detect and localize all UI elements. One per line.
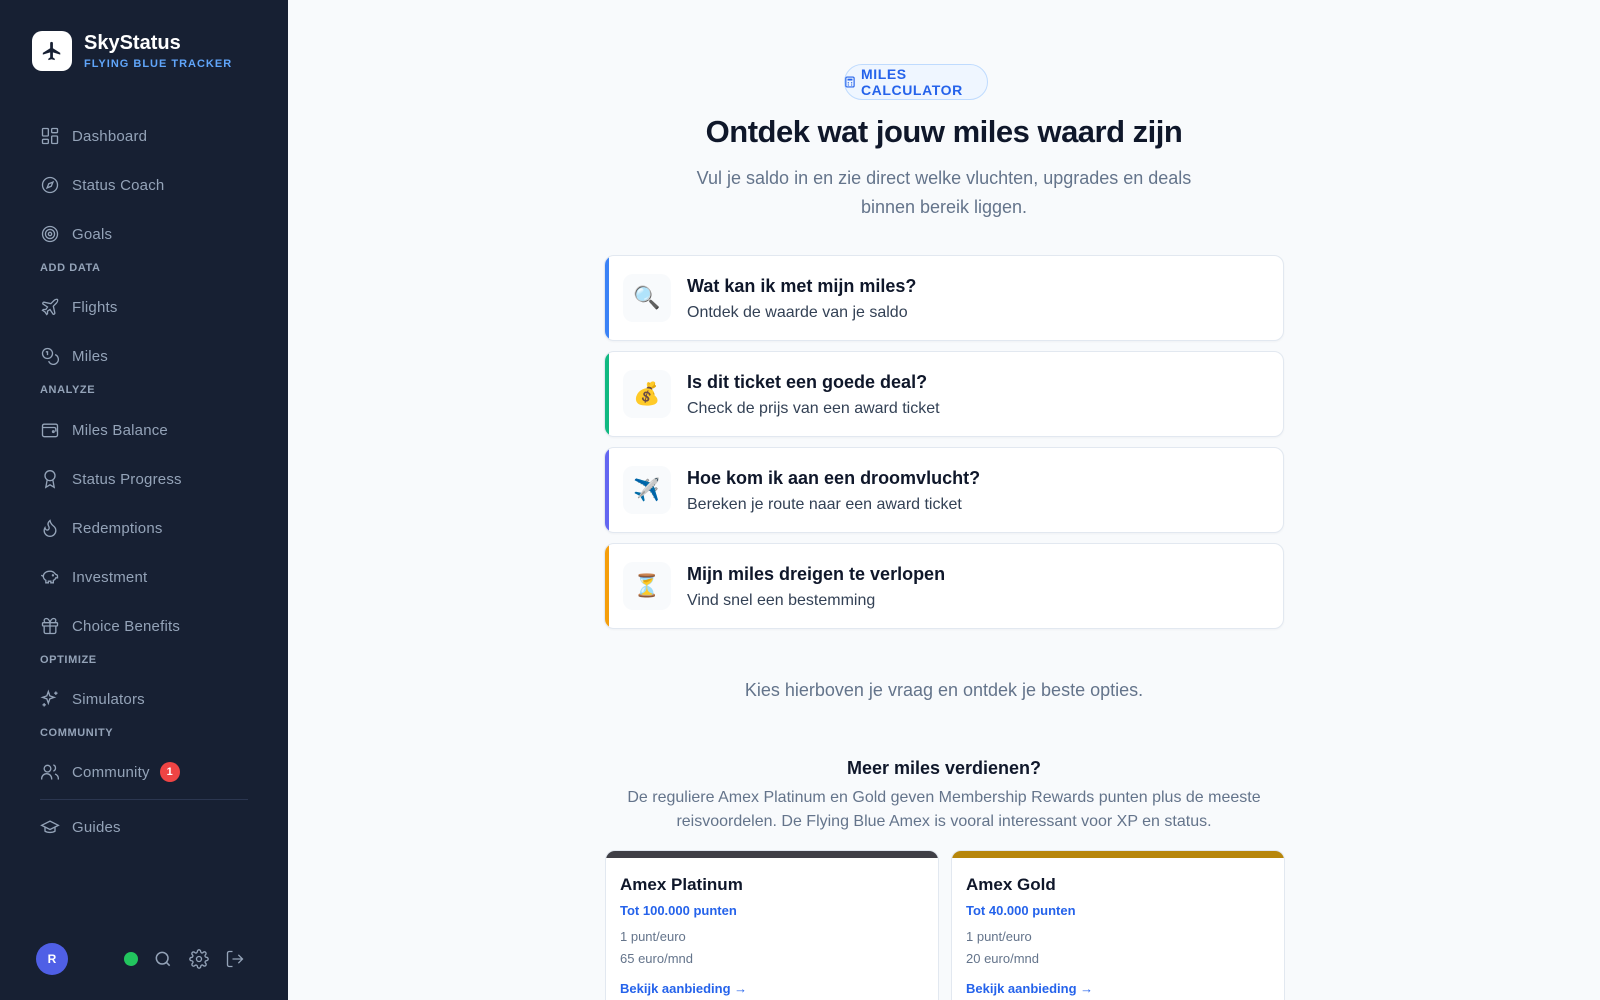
sidebar-item-label: Investment xyxy=(72,568,148,586)
question-title: Hoe kom ik aan een droomvlucht? xyxy=(687,468,981,488)
coins-icon xyxy=(41,347,59,365)
offer-fee: 65 euro/mnd xyxy=(620,951,693,966)
question-subtitle: Vind snel een bestemming xyxy=(687,592,876,609)
question-subtitle: Check de prijs van een award ticket xyxy=(687,400,940,417)
dashboard-icon xyxy=(41,127,59,145)
sidebar-item-choice-benefits[interactable]: Choice Benefits xyxy=(40,614,180,638)
hint-text: Kies hierboven je vraag en ontdek je bes… xyxy=(744,680,1144,700)
compass-icon xyxy=(41,176,59,194)
flame-icon xyxy=(43,519,57,537)
sidebar-item-label: Community xyxy=(72,763,150,781)
money-bag-icon: 💰 xyxy=(623,370,671,418)
sidebar-item-investment[interactable]: Investment xyxy=(40,565,147,589)
plane-icon xyxy=(41,298,59,316)
offer-fee: 20 euro/mnd xyxy=(966,951,1039,966)
sidebar-item-redemptions[interactable]: Redemptions xyxy=(40,516,163,540)
offer-points: Tot 100.000 punten xyxy=(620,903,737,918)
sidebar-item-label: Simulators xyxy=(72,690,145,708)
target-icon xyxy=(41,225,59,243)
sidebar-item-label: Choice Benefits xyxy=(72,617,181,635)
question-title: Is dit ticket een goede deal? xyxy=(687,372,928,392)
view-offer-link[interactable]: Bekijk aanbieding → xyxy=(620,981,747,996)
award-icon xyxy=(44,470,56,489)
sidebar-item-dashboard[interactable]: Dashboard xyxy=(40,124,147,148)
sidebar-item-community[interactable]: Community 1 xyxy=(40,760,180,784)
offer-name: Amex Gold xyxy=(966,875,1056,894)
online-status-indicator xyxy=(124,952,138,966)
main-content: MILES CALCULATOR Ontdek wat jouw miles w… xyxy=(288,0,1600,1000)
page-subtitle: Vul je saldo in en zie direct welke vluc… xyxy=(696,168,1192,217)
sidebar-item-status-progress[interactable]: Status Progress xyxy=(40,467,182,491)
sidebar-divider xyxy=(40,799,248,800)
offer-card-amex-platinum: Amex Platinum Tot 100.000 punten 1 punt/… xyxy=(605,850,939,1000)
card-accent xyxy=(605,448,609,532)
sparkles-icon xyxy=(40,689,58,707)
offer-points: Tot 40.000 punten xyxy=(966,903,1076,918)
sidebar-item-label: Miles Balance xyxy=(72,421,168,439)
card-accent xyxy=(605,352,609,436)
section-label-community: COMMUNITY xyxy=(40,727,114,739)
question-title: Wat kan ik met mijn miles? xyxy=(687,276,917,296)
graduation-cap-icon xyxy=(40,820,60,834)
users-icon xyxy=(41,764,59,780)
sidebar: SkyStatus FLYING BLUE TRACKER Dashboard … xyxy=(0,0,288,1000)
earn-miles-description: De reguliere Amex Platinum en Gold geven… xyxy=(627,789,1261,830)
sidebar-item-guides[interactable]: Guides xyxy=(40,815,121,839)
gear-icon[interactable] xyxy=(189,949,209,969)
airplane-icon: ✈️ xyxy=(623,466,671,514)
wallet-icon xyxy=(41,423,59,438)
section-label-analyze: ANALYZE xyxy=(40,384,96,396)
sidebar-item-label: Goals xyxy=(72,225,113,243)
sidebar-item-label: Miles xyxy=(72,347,109,365)
pill-label: MILES CALCULATOR xyxy=(860,66,963,98)
offer-rate: 1 punt/euro xyxy=(966,929,1032,944)
avatar[interactable]: R xyxy=(36,943,68,975)
question-title: Mijn miles dreigen te verlopen xyxy=(687,564,946,584)
sidebar-item-label: Status Coach xyxy=(72,176,165,194)
sidebar-item-miles-balance[interactable]: Miles Balance xyxy=(40,418,168,442)
offer-color-bar xyxy=(952,851,1284,858)
piggy-bank-icon xyxy=(41,570,59,584)
card-accent xyxy=(605,256,609,340)
calculator-icon xyxy=(845,76,855,88)
question-card-expiring-miles[interactable]: ⏳ Mijn miles dreigen te verlopen Vind sn… xyxy=(604,543,1284,629)
brand-name: SkyStatus xyxy=(84,32,181,54)
question-subtitle: Bereken je route naar een award ticket xyxy=(687,496,962,513)
sidebar-item-label: Redemptions xyxy=(72,519,163,537)
sidebar-item-goals[interactable]: Goals xyxy=(40,222,112,246)
gift-icon xyxy=(41,617,59,635)
sidebar-item-status-coach[interactable]: Status Coach xyxy=(40,173,164,197)
card-accent xyxy=(605,544,609,628)
hourglass-icon: ⏳ xyxy=(623,562,671,610)
miles-calculator-pill: MILES CALCULATOR xyxy=(844,64,988,100)
view-offer-link[interactable]: Bekijk aanbieding → xyxy=(966,981,1093,996)
offer-color-bar xyxy=(606,851,938,858)
brand-subtitle: FLYING BLUE TRACKER xyxy=(84,58,233,70)
notification-badge: 1 xyxy=(159,762,180,782)
sidebar-item-simulators[interactable]: Simulators xyxy=(40,687,145,711)
offer-card-amex-gold: Amex Gold Tot 40.000 punten 1 punt/euro … xyxy=(951,850,1285,1000)
section-label-optimize: OPTIMIZE xyxy=(40,654,97,666)
question-subtitle: Ontdek de waarde van je saldo xyxy=(687,304,908,321)
question-card-dream-flight[interactable]: ✈️ Hoe kom ik aan een droomvlucht? Berek… xyxy=(604,447,1284,533)
page-title: Ontdek wat jouw miles waard zijn xyxy=(705,114,1183,149)
sidebar-item-label: Status Progress xyxy=(72,470,182,488)
search-icon[interactable] xyxy=(153,949,173,969)
offer-name: Amex Platinum xyxy=(620,875,743,894)
brand[interactable]: SkyStatus FLYING BLUE TRACKER xyxy=(32,31,232,71)
offer-rate: 1 punt/euro xyxy=(620,929,686,944)
sidebar-item-flights[interactable]: Flights xyxy=(40,295,118,319)
question-card-miles-value[interactable]: 🔍 Wat kan ik met mijn miles? Ontdek de w… xyxy=(604,255,1284,341)
question-card-good-deal[interactable]: 💰 Is dit ticket een goede deal? Check de… xyxy=(604,351,1284,437)
earn-miles-title: Meer miles verdienen? xyxy=(846,758,1042,778)
sidebar-item-miles[interactable]: Miles xyxy=(40,344,108,368)
plane-logo-icon xyxy=(32,31,72,71)
logout-icon[interactable] xyxy=(225,949,245,969)
sidebar-item-label: Guides xyxy=(72,818,121,836)
sidebar-item-label: Flights xyxy=(72,298,118,316)
sidebar-footer: R xyxy=(36,943,256,975)
section-label-add-data: ADD DATA xyxy=(40,262,101,274)
magnifying-glass-icon: 🔍 xyxy=(623,274,671,322)
sidebar-item-label: Dashboard xyxy=(72,127,148,145)
